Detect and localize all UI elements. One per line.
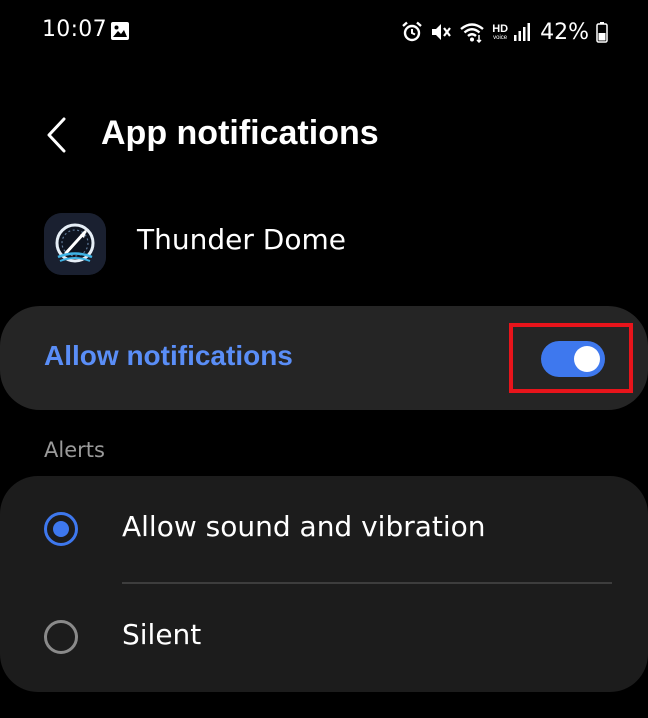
- alerts-section-label: Alerts: [44, 438, 105, 462]
- allow-notifications-toggle[interactable]: [541, 341, 605, 377]
- page-title: App notifications: [101, 114, 379, 152]
- status-time: 10:07: [42, 17, 107, 42]
- option-label: Allow sound and vibration: [122, 510, 486, 543]
- radio-selected-icon[interactable]: [44, 512, 78, 546]
- photo-notification-icon: [110, 21, 130, 41]
- mute-icon: [430, 21, 452, 43]
- status-icons: HD voice 42%: [401, 17, 608, 47]
- battery-icon: [596, 21, 608, 43]
- header: App notifications: [0, 96, 648, 176]
- wifi-icon: [459, 21, 485, 43]
- app-name: Thunder Dome: [137, 223, 346, 256]
- back-button[interactable]: [36, 112, 76, 158]
- option-allow-sound-vibration[interactable]: Allow sound and vibration: [0, 476, 648, 580]
- alarm-icon: [401, 21, 423, 43]
- option-silent[interactable]: Silent: [0, 586, 648, 690]
- allow-notifications-label: Allow notifications: [44, 340, 293, 371]
- thunder-dome-app-icon: [44, 213, 106, 275]
- divider: [122, 582, 612, 584]
- radio-unselected-icon[interactable]: [44, 620, 78, 654]
- status-bar: 10:07 HD voice 42%: [0, 0, 648, 64]
- app-info-row: Thunder Dome: [0, 205, 648, 281]
- voice-label: voice: [493, 34, 508, 41]
- alerts-card: Allow sound and vibration Silent: [0, 476, 648, 692]
- option-label: Silent: [122, 618, 202, 651]
- chevron-left-icon: [47, 117, 66, 153]
- toggle-knob: [574, 346, 600, 372]
- hd-voice-indicator: HD voice: [492, 22, 509, 41]
- battery-percent: 42%: [540, 19, 589, 45]
- hd-label: HD: [492, 22, 509, 35]
- signal-icon: [513, 22, 531, 42]
- allow-notifications-row[interactable]: Allow notifications: [0, 306, 648, 410]
